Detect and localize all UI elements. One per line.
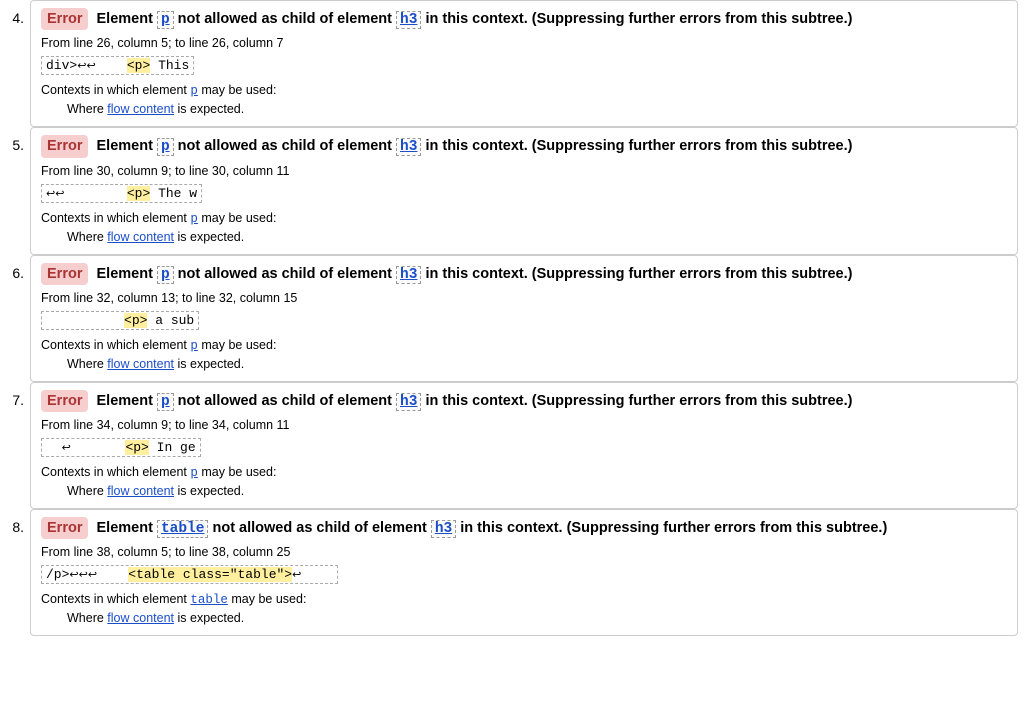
error-badge: Error: [41, 135, 88, 157]
contexts-block: Contexts in which element p may be used:…: [41, 338, 1007, 371]
message-box: Error Element p not allowed as child of …: [30, 127, 1018, 254]
location-line: From line 26, column 5; to line 26, colu…: [41, 36, 1007, 50]
flow-content-link[interactable]: flow content: [107, 230, 174, 244]
error-badge: Error: [41, 263, 88, 285]
context-element-link[interactable]: p: [190, 212, 198, 226]
error-badge: Error: [41, 8, 88, 30]
element-link[interactable]: p: [157, 393, 174, 411]
error-badge: Error: [41, 517, 88, 539]
element-link[interactable]: h3: [396, 393, 421, 411]
item-number: 8.: [0, 509, 24, 535]
highlight: <p>: [127, 58, 150, 73]
flow-content-link[interactable]: flow content: [107, 484, 174, 498]
error-item: 6. Error Element p not allowed as child o…: [0, 255, 1024, 382]
error-item: 7. Error Element p not allowed as child o…: [0, 382, 1024, 509]
location-line: From line 30, column 9; to line 30, colu…: [41, 164, 1007, 178]
message-box: Error Element table not allowed as child…: [30, 509, 1018, 636]
element-link[interactable]: h3: [431, 520, 456, 538]
item-number: 7.: [0, 382, 24, 408]
location-line: From line 38, column 5; to line 38, colu…: [41, 545, 1007, 559]
message-line: Error Element p not allowed as child of …: [41, 8, 1007, 30]
code-extract: <p> a sub: [41, 311, 199, 330]
highlight: <table class="table">: [128, 567, 292, 582]
contexts-block: Contexts in which element p may be used:…: [41, 465, 1007, 498]
element-link[interactable]: p: [157, 138, 174, 156]
element-link[interactable]: table: [157, 520, 209, 538]
error-item: 8. Error Element table not allowed as chi…: [0, 509, 1024, 636]
code-extract: ↩↩ <p> The w: [41, 184, 202, 203]
message-box: Error Element p not allowed as child of …: [30, 382, 1018, 509]
flow-content-link[interactable]: flow content: [107, 102, 174, 116]
context-item: Where flow content is expected.: [67, 230, 1007, 244]
context-element-link[interactable]: table: [190, 593, 228, 607]
highlight: <p>: [127, 186, 150, 201]
message-line: Error Element p not allowed as child of …: [41, 390, 1007, 412]
highlight: <p>: [124, 313, 147, 328]
context-item: Where flow content is expected.: [67, 611, 1007, 625]
location-line: From line 32, column 13; to line 32, col…: [41, 291, 1007, 305]
element-link[interactable]: h3: [396, 138, 421, 156]
item-number: 5.: [0, 127, 24, 153]
item-number: 6.: [0, 255, 24, 281]
contexts-block: Contexts in which element p may be used:…: [41, 83, 1007, 116]
flow-content-link[interactable]: flow content: [107, 357, 174, 371]
location-line: From line 34, column 9; to line 34, colu…: [41, 418, 1007, 432]
message-box: Error Element p not allowed as child of …: [30, 0, 1018, 127]
highlight: <p>: [125, 440, 148, 455]
contexts-block: Contexts in which element p may be used:…: [41, 211, 1007, 244]
context-item: Where flow content is expected.: [67, 102, 1007, 116]
message-line: Error Element table not allowed as child…: [41, 517, 1007, 539]
error-item: 4. Error Element p not allowed as child o…: [0, 0, 1024, 127]
code-extract: /p>↩↩↩ <table class="table">↩: [41, 565, 338, 584]
context-element-link[interactable]: p: [190, 84, 198, 98]
message-box: Error Element p not allowed as child of …: [30, 255, 1018, 382]
error-item: 5. Error Element p not allowed as child o…: [0, 127, 1024, 254]
element-link[interactable]: h3: [396, 11, 421, 29]
code-extract: ↩ <p> In ge: [41, 438, 201, 457]
element-link[interactable]: p: [157, 11, 174, 29]
context-item: Where flow content is expected.: [67, 357, 1007, 371]
element-link[interactable]: h3: [396, 266, 421, 284]
flow-content-link[interactable]: flow content: [107, 611, 174, 625]
context-item: Where flow content is expected.: [67, 484, 1007, 498]
contexts-block: Contexts in which element table may be u…: [41, 592, 1007, 625]
element-link[interactable]: p: [157, 266, 174, 284]
context-element-link[interactable]: p: [190, 466, 198, 480]
code-extract: div>↩↩ <p> This: [41, 56, 194, 75]
item-number: 4.: [0, 0, 24, 26]
message-line: Error Element p not allowed as child of …: [41, 135, 1007, 157]
context-element-link[interactable]: p: [190, 339, 198, 353]
error-badge: Error: [41, 390, 88, 412]
message-line: Error Element p not allowed as child of …: [41, 263, 1007, 285]
